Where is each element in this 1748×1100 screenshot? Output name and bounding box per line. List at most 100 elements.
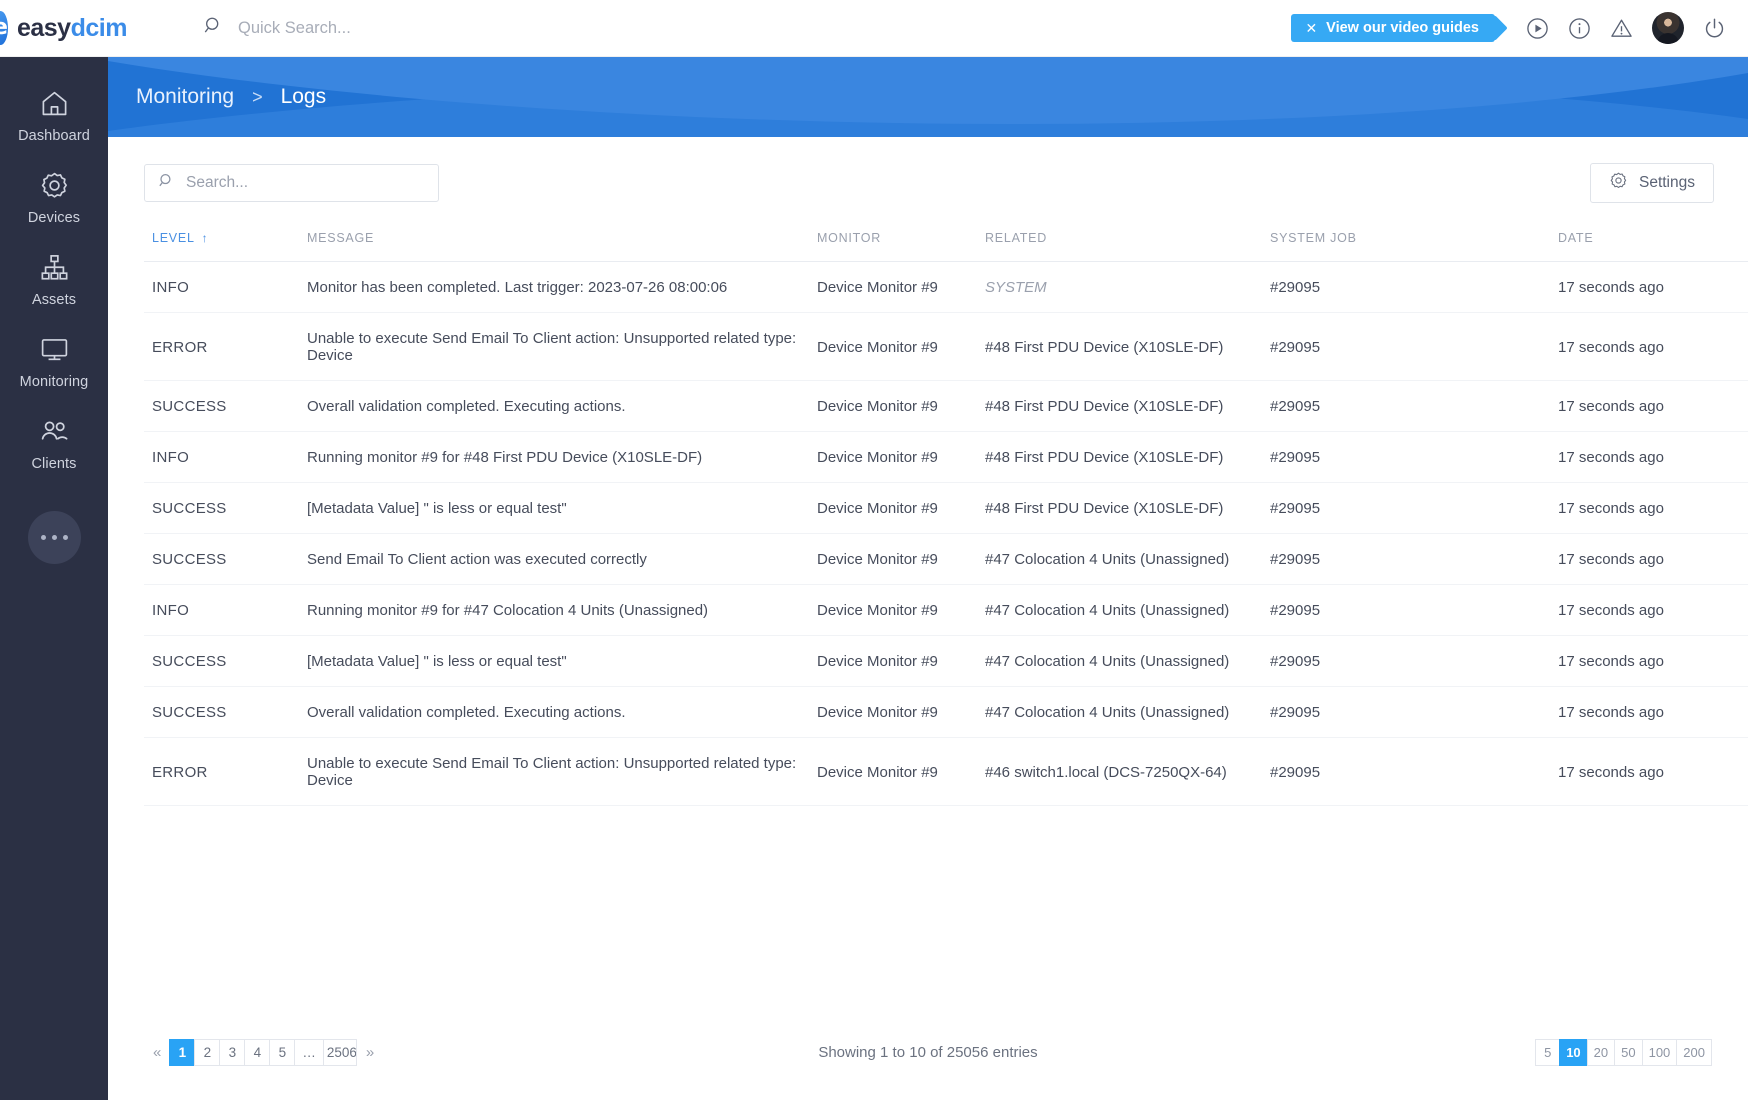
table-row[interactable]: SUCCESSSend Email To Client action was e… [144, 534, 1748, 585]
cell-monitor: Device Monitor #9 [817, 483, 985, 534]
cell-system-job: #29095 [1270, 534, 1558, 585]
sidebar-item-dashboard[interactable]: Dashboard [0, 75, 108, 157]
avatar[interactable] [1652, 12, 1684, 44]
cell-monitor: Device Monitor #9 [817, 585, 985, 636]
table-toolbar: Search... Settings [108, 137, 1748, 203]
logs-table-body: INFOMonitor has been completed. Last tri… [144, 262, 1748, 806]
sidebar-item-assets[interactable]: Assets [0, 239, 108, 321]
cell-monitor: Device Monitor #9 [817, 432, 985, 483]
column-header-system-job[interactable]: SYSTEM JOB [1270, 231, 1558, 262]
users-icon [39, 416, 70, 447]
search-icon [203, 15, 224, 41]
sort-ascending-icon: ↑ [202, 231, 209, 245]
column-header-monitor[interactable]: MONITOR [817, 231, 985, 262]
power-icon[interactable] [1703, 17, 1726, 40]
sidebar-item-label: Monitoring [20, 374, 89, 390]
brand-name-part-b: dcim [71, 14, 127, 42]
cell-monitor: Device Monitor #9 [817, 687, 985, 738]
search-input[interactable]: Search... [144, 164, 439, 202]
quick-search[interactable]: Quick Search... [203, 15, 351, 41]
cell-message: Overall validation completed. Executing … [307, 687, 817, 738]
cell-related: #48 First PDU Device (X10SLE-DF) [985, 432, 1270, 483]
breadcrumb-parent[interactable]: Monitoring [136, 85, 234, 109]
video-guides-banner[interactable]: ✕ View our video guides [1291, 14, 1495, 42]
table-row[interactable]: INFORunning monitor #9 for #48 First PDU… [144, 432, 1748, 483]
sidebar-item-monitoring[interactable]: Monitoring [0, 321, 108, 403]
cell-related: #46 switch1.local (DCS-7250QX-64) [985, 738, 1270, 806]
column-header-level[interactable]: LEVEL↑ [144, 231, 307, 262]
cell-related: #48 First PDU Device (X10SLE-DF) [985, 313, 1270, 381]
pagination-first-arrow[interactable]: « [144, 1044, 170, 1061]
logo-mark-icon: e [0, 11, 8, 45]
sidebar-item-label: Assets [32, 292, 76, 308]
table-row[interactable]: SUCCESSOverall validation completed. Exe… [144, 381, 1748, 432]
info-circle-icon[interactable] [1568, 17, 1591, 40]
column-header-message[interactable]: MESSAGE [307, 231, 817, 262]
search-icon [158, 172, 175, 194]
cell-monitor: Device Monitor #9 [817, 262, 985, 313]
cell-level: ERROR [144, 738, 307, 806]
sidebar-item-label: Devices [28, 210, 80, 226]
page-size-20[interactable]: 20 [1587, 1039, 1615, 1066]
pagination-page-…[interactable]: … [294, 1039, 324, 1066]
brand-wordmark: easydcim [17, 14, 127, 43]
cell-date: 17 seconds ago [1558, 585, 1748, 636]
cell-level: SUCCESS [144, 636, 307, 687]
cell-related: #47 Colocation 4 Units (Unassigned) [985, 585, 1270, 636]
pagination-page-2506[interactable]: 2506 [323, 1039, 357, 1066]
warning-triangle-icon[interactable] [1610, 17, 1633, 40]
sitemap-icon [39, 252, 70, 283]
table-row[interactable]: ERRORUnable to execute Send Email To Cli… [144, 313, 1748, 381]
table-row[interactable]: INFOMonitor has been completed. Last tri… [144, 262, 1748, 313]
table-row[interactable]: SUCCESS[Metadata Value] " is less or equ… [144, 636, 1748, 687]
cell-message: [Metadata Value] " is less or equal test… [307, 636, 817, 687]
close-icon[interactable]: ✕ [1305, 20, 1317, 37]
cell-level: INFO [144, 585, 307, 636]
cell-related: #47 Colocation 4 Units (Unassigned) [985, 534, 1270, 585]
pagination-last-arrow[interactable]: » [357, 1044, 383, 1061]
page-size-selector: 5102050100200 [1536, 1039, 1712, 1066]
table-row[interactable]: INFORunning monitor #9 for #47 Colocatio… [144, 585, 1748, 636]
chevron-right-icon: > [252, 87, 263, 108]
page-size-50[interactable]: 50 [1614, 1039, 1642, 1066]
cell-level: SUCCESS [144, 687, 307, 738]
cell-related: #48 First PDU Device (X10SLE-DF) [985, 381, 1270, 432]
page-size-5[interactable]: 5 [1535, 1039, 1560, 1066]
column-header-related[interactable]: RELATED [985, 231, 1270, 262]
top-bar-actions: ✕ View our video guides [1291, 12, 1748, 44]
cell-date: 17 seconds ago [1558, 483, 1748, 534]
home-icon [39, 88, 70, 119]
page-size-10[interactable]: 10 [1559, 1039, 1587, 1066]
brand-logo[interactable]: e easydcim [0, 11, 108, 45]
settings-button-label: Settings [1639, 174, 1695, 192]
cell-date: 17 seconds ago [1558, 636, 1748, 687]
sidebar-item-devices[interactable]: Devices [0, 157, 108, 239]
page-size-100[interactable]: 100 [1642, 1039, 1678, 1066]
cell-date: 17 seconds ago [1558, 432, 1748, 483]
pagination-page-1[interactable]: 1 [169, 1039, 195, 1066]
monitor-icon [39, 334, 70, 365]
table-row[interactable]: SUCCESSOverall validation completed. Exe… [144, 687, 1748, 738]
ellipsis-icon[interactable] [28, 511, 81, 564]
page-size-200[interactable]: 200 [1676, 1039, 1712, 1066]
sidebar-item-clients[interactable]: Clients [0, 403, 108, 485]
table-row[interactable]: SUCCESS[Metadata Value] " is less or equ… [144, 483, 1748, 534]
logs-table-wrapper: LEVEL↑ MESSAGE MONITOR RELATED SYSTEM JO… [108, 203, 1748, 1004]
body-wrapper: Dashboard Devices Assets Monitoring [0, 57, 1748, 1100]
cell-monitor: Device Monitor #9 [817, 313, 985, 381]
play-circle-icon[interactable] [1526, 17, 1549, 40]
pagination-page-5[interactable]: 5 [269, 1039, 295, 1066]
cell-level: INFO [144, 262, 307, 313]
pagination-page-4[interactable]: 4 [244, 1039, 270, 1066]
cell-system-job: #29095 [1270, 738, 1558, 806]
cell-system-job: #29095 [1270, 585, 1558, 636]
column-header-label: MONITOR [817, 231, 881, 245]
cell-system-job: #29095 [1270, 381, 1558, 432]
table-row[interactable]: ERRORUnable to execute Send Email To Cli… [144, 738, 1748, 806]
pagination-page-3[interactable]: 3 [219, 1039, 245, 1066]
cell-level: ERROR [144, 313, 307, 381]
settings-button[interactable]: Settings [1590, 163, 1714, 203]
column-header-date[interactable]: DATE [1558, 231, 1748, 262]
search-placeholder: Search... [186, 174, 248, 192]
pagination-page-2[interactable]: 2 [194, 1039, 220, 1066]
